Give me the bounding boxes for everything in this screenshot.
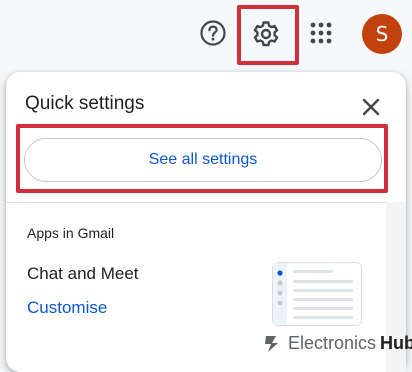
top-bar: S [0, 0, 412, 68]
help-button[interactable] [196, 16, 230, 50]
watermark: Electronics Hub [262, 332, 412, 354]
watermark-brand-suffix: Hub [380, 332, 412, 353]
help-circle-icon [200, 20, 226, 46]
quick-settings-panel: Quick settings See all settings Apps in … [6, 72, 406, 372]
quick-settings-title: Quick settings [25, 93, 145, 114]
close-icon [362, 98, 380, 116]
settings-highlight-box [237, 5, 299, 65]
see-all-settings-highlight-box [16, 124, 388, 193]
chat-meet-preview-thumbnail [272, 262, 362, 326]
chat-and-meet-label: Chat and Meet [27, 264, 139, 283]
close-button[interactable] [356, 92, 386, 122]
divider [6, 202, 386, 203]
electronics-hub-logo-icon [265, 336, 278, 352]
customise-link[interactable]: Customise [27, 298, 107, 318]
watermark-brand: Electronics [288, 332, 377, 353]
apps-grid-icon [310, 22, 332, 44]
account-avatar[interactable]: S [362, 14, 402, 54]
layout-preview-icon [273, 263, 353, 325]
apps-in-gmail-heading: Apps in Gmail [27, 225, 115, 241]
google-apps-button[interactable] [304, 16, 338, 50]
